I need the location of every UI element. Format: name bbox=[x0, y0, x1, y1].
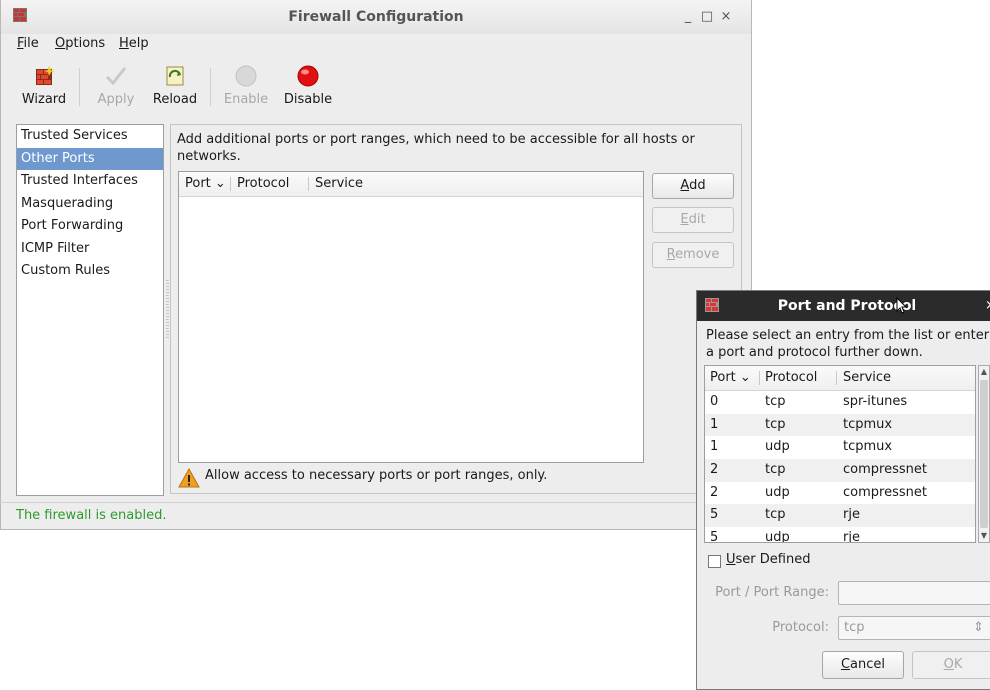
enable-icon bbox=[234, 64, 258, 88]
table-row[interactable]: 2 udp compressnet bbox=[705, 482, 975, 505]
sidebar-item-port-forwarding[interactable]: Port Forwarding bbox=[17, 215, 163, 238]
wizard-label: Wizard bbox=[21, 92, 67, 107]
column-port[interactable]: Port ⌄ bbox=[710, 370, 751, 385]
wizard-button[interactable]: Wizard bbox=[19, 64, 69, 107]
sidebar: Trusted Services Other Ports Trusted Int… bbox=[16, 124, 164, 496]
port-protocol-dialog: Port and Protocol × Please select an ent… bbox=[696, 290, 990, 690]
panel-description: Add additional ports or port ranges, whi… bbox=[177, 132, 695, 164]
user-defined-label[interactable]: User Defined bbox=[726, 552, 810, 567]
toolbar-separator bbox=[79, 68, 80, 106]
port-range-input[interactable] bbox=[838, 581, 990, 605]
protocol-value: tcp bbox=[844, 620, 865, 635]
menu-file[interactable]: File bbox=[17, 36, 39, 51]
disable-icon bbox=[296, 64, 320, 88]
menu-help[interactable]: Help bbox=[119, 36, 149, 51]
statusbar-divider bbox=[0, 502, 750, 503]
toolbar-separator bbox=[210, 68, 211, 106]
wizard-icon bbox=[32, 64, 56, 88]
scrollbar-thumb[interactable] bbox=[980, 380, 988, 528]
table-row[interactable]: 1 tcp tcpmux bbox=[705, 413, 975, 437]
ok-button[interactable]: OK bbox=[912, 651, 990, 679]
add-button[interactable]: Add bbox=[652, 173, 734, 199]
maximize-button[interactable]: □ bbox=[700, 9, 714, 24]
pane-resize-handle[interactable] bbox=[166, 280, 169, 340]
table-row[interactable]: 5 tcp rje bbox=[705, 504, 975, 528]
sidebar-item-masquerading[interactable]: Masquerading bbox=[17, 193, 163, 216]
reload-label: Reload bbox=[152, 92, 198, 107]
remove-button[interactable]: Remove bbox=[652, 242, 734, 268]
table-row[interactable]: 2 tcp compressnet bbox=[705, 459, 975, 482]
reload-icon bbox=[163, 64, 187, 88]
reload-button[interactable]: Reload bbox=[151, 64, 199, 107]
window-title: Firewall Configuration bbox=[288, 9, 464, 25]
minimize-button[interactable]: _ bbox=[681, 9, 695, 24]
edit-button[interactable]: Edit bbox=[652, 207, 734, 233]
scroll-up-icon[interactable]: ▲ bbox=[979, 366, 989, 378]
warning-icon bbox=[178, 467, 200, 492]
protocol-select[interactable]: tcp ⇕ bbox=[838, 616, 990, 640]
cancel-button[interactable]: Cancel bbox=[822, 651, 904, 679]
enable-label: Enable bbox=[223, 92, 269, 107]
table-row[interactable]: 0 tcp spr-itunes bbox=[705, 391, 975, 414]
column-protocol[interactable]: Protocol bbox=[765, 370, 817, 385]
toolbar: Wizard Apply Reload Enable Disable bbox=[1, 56, 751, 116]
table-header: Port ⌄ Protocol Service bbox=[179, 172, 643, 197]
column-protocol[interactable]: Protocol bbox=[237, 176, 289, 191]
table-header: Port ⌄ Protocol Service bbox=[705, 366, 975, 391]
checkmark-icon bbox=[104, 64, 128, 88]
sidebar-item-icmp-filter[interactable]: ICMP Filter bbox=[17, 238, 163, 261]
sidebar-item-trusted-interfaces[interactable]: Trusted Interfaces bbox=[17, 170, 163, 193]
sort-chevron-icon: ⌄ bbox=[739, 370, 751, 385]
table-row[interactable]: 5 udp rje bbox=[705, 527, 975, 542]
column-service[interactable]: Service bbox=[315, 176, 363, 191]
mouse-pointer-icon bbox=[896, 296, 908, 319]
column-service[interactable]: Service bbox=[843, 370, 891, 385]
column-port[interactable]: Port ⌄ bbox=[185, 176, 226, 191]
dialog-titlebar[interactable]: Port and Protocol × bbox=[697, 291, 990, 321]
dialog-title: Port and Protocol bbox=[777, 298, 917, 314]
status-text: The firewall is enabled. bbox=[16, 508, 167, 523]
menu-bar: File Options Help bbox=[1, 34, 751, 56]
disable-label: Disable bbox=[283, 92, 333, 107]
apply-button[interactable]: Apply bbox=[91, 64, 141, 107]
port-range-label: Port / Port Range: bbox=[715, 585, 829, 600]
sidebar-item-custom-rules[interactable]: Custom Rules bbox=[17, 260, 163, 283]
warning-text: Allow access to necessary ports or port … bbox=[205, 468, 548, 483]
dialog-description: Please select an entry from the list or … bbox=[706, 328, 990, 360]
spinner-arrows-icon: ⇕ bbox=[973, 620, 984, 635]
dialog-close-button[interactable]: × bbox=[985, 298, 990, 313]
enable-button[interactable]: Enable bbox=[221, 64, 271, 107]
menu-options[interactable]: Options bbox=[55, 36, 105, 51]
sidebar-item-other-ports[interactable]: Other Ports bbox=[17, 147, 163, 170]
protocol-label: Protocol: bbox=[772, 620, 829, 635]
ports-table[interactable]: Port ⌄ Protocol Service bbox=[178, 171, 644, 463]
services-table[interactable]: Port ⌄ Protocol Service 0 tcp spr-itunes 1… bbox=[704, 365, 976, 543]
scroll-down-icon[interactable]: ▼ bbox=[979, 530, 989, 542]
apply-label: Apply bbox=[97, 92, 135, 107]
window-titlebar[interactable]: Firewall Configuration _ □ × bbox=[1, 0, 751, 34]
table-row[interactable]: 1 udp tcpmux bbox=[705, 436, 975, 459]
sidebar-item-trusted-services[interactable]: Trusted Services bbox=[17, 125, 163, 148]
sort-chevron-icon: ⌄ bbox=[214, 176, 226, 191]
disable-button[interactable]: Disable bbox=[281, 64, 335, 107]
user-defined-checkbox[interactable] bbox=[708, 555, 721, 568]
close-button[interactable]: × bbox=[719, 9, 733, 24]
services-scrollbar[interactable]: ▲ ▼ bbox=[978, 365, 990, 543]
